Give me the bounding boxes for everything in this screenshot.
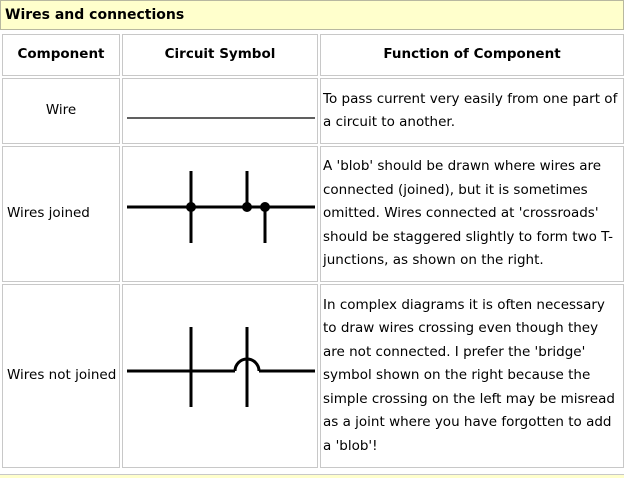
header-row: Component Circuit Symbol Function of Com…: [2, 34, 624, 76]
junction-blob-icon: [242, 202, 252, 212]
junction-blob-icon: [186, 202, 196, 212]
wires-not-joined-symbol-cell: [122, 284, 318, 468]
table-row-wire: Wire To pass current very easily from on…: [2, 78, 624, 144]
wires-joined-symbol-icon: [127, 171, 315, 243]
header-function: Function of Component: [320, 34, 624, 76]
component-function: A 'blob' should be drawn where wires are…: [320, 146, 624, 282]
section-title: Wires and connections: [5, 7, 185, 23]
junction-blob-icon: [260, 202, 270, 212]
component-name: Wires joined: [2, 146, 120, 282]
wires-and-connections-page: Wires and connections Component Circuit …: [0, 0, 626, 478]
component-function: To pass current very easily from one par…: [320, 78, 624, 144]
table-row-wires-joined: Wires joined A 'blob' should be drawn wh…: [2, 146, 624, 282]
next-section-strip: [0, 474, 624, 478]
table-row-wires-not-joined: Wires not joined In complex diagrams it …: [2, 284, 624, 468]
section-title-bar: Wires and connections: [0, 0, 624, 30]
header-circuit-symbol: Circuit Symbol: [122, 34, 318, 76]
component-name: Wires not joined: [2, 284, 120, 468]
wires-joined-symbol-cell: [122, 146, 318, 282]
wire-symbol-cell: [122, 78, 318, 144]
wire-symbol-icon: [127, 117, 315, 119]
components-table: Component Circuit Symbol Function of Com…: [0, 32, 626, 470]
header-component: Component: [2, 34, 120, 76]
component-name: Wire: [2, 78, 120, 144]
component-function: In complex diagrams it is often necessar…: [320, 284, 624, 468]
wires-not-joined-symbol-icon: [127, 327, 315, 407]
